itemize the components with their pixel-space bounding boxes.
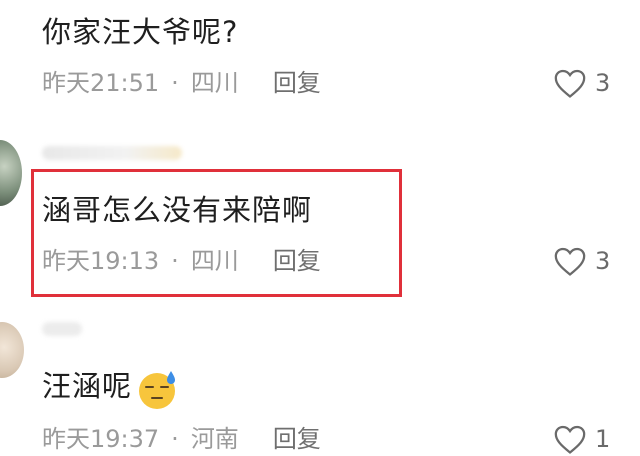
reply-button[interactable]: 回复 <box>273 425 321 453</box>
sweat-smile-emoji <box>139 371 175 409</box>
meta-separator: · <box>171 425 179 453</box>
heart-outline-icon <box>554 247 586 276</box>
comment-time: 昨天19:37 <box>42 425 160 453</box>
username-blurred <box>42 322 82 336</box>
like-count: 1 <box>595 425 611 453</box>
like-button[interactable]: 3 <box>553 244 623 278</box>
comment-meta: 昨天21:51 · 四川 回复 <box>42 68 321 98</box>
meta-separator: · <box>171 69 179 97</box>
comment-meta: 昨天19:37 · 河南 回复 <box>42 424 321 454</box>
like-button[interactable]: 3 <box>553 66 623 100</box>
reply-button[interactable]: 回复 <box>273 69 321 97</box>
comment-item: 汪涵呢 昨天19:37 · 河南 回复 1 <box>0 340 640 454</box>
highlight-box <box>31 169 402 297</box>
comment-location: 四川 <box>190 69 239 97</box>
comment-item: 你家汪大爷呢? 昨天21:51 · 四川 回复 3 <box>0 0 640 110</box>
username-blurred <box>42 146 182 160</box>
comment-location: 河南 <box>190 425 239 453</box>
comment-text: 汪涵呢 <box>42 369 133 403</box>
like-count: 3 <box>595 247 611 275</box>
heart-outline-icon <box>554 69 586 98</box>
like-count: 3 <box>595 69 611 97</box>
comment-text: 你家汪大爷呢? <box>42 15 239 49</box>
comment-time: 昨天21:51 <box>42 69 160 97</box>
like-button[interactable]: 1 <box>553 422 623 456</box>
heart-outline-icon <box>554 425 586 454</box>
